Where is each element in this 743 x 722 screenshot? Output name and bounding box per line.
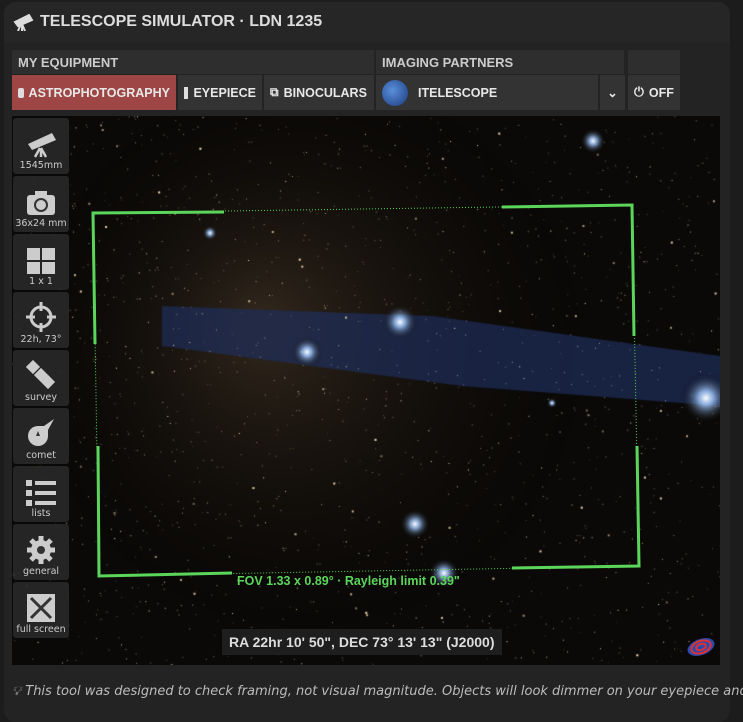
off-button[interactable]: ⏻ OFF <box>628 75 680 110</box>
target-button[interactable]: 22h, 73° <box>13 292 69 348</box>
itelescope-logo-icon <box>382 79 408 106</box>
binoculars-button[interactable]: ⧉ BINOCULARS <box>264 75 374 110</box>
comet-icon <box>28 419 54 446</box>
partner-select[interactable]: ITELESCOPE <box>376 75 598 110</box>
comet-button[interactable]: comet <box>13 408 69 464</box>
astrophotography-button[interactable]: ASTROPHOTOGRAPHY <box>12 75 176 110</box>
chevron-down-icon: ⌄ <box>607 86 618 100</box>
binoculars-icon: ⧉ <box>270 85 279 99</box>
fov-label: FOV 1.33 x 0.89° · Rayleigh limit 0.39" <box>237 574 460 588</box>
telescope-icon <box>13 13 34 31</box>
my-equipment-label: MY EQUIPMENT <box>12 50 374 74</box>
survey-button[interactable]: survey <box>13 350 69 406</box>
imaging-partners-label: IMAGING PARTNERS <box>376 50 624 74</box>
lists-button[interactable]: lists <box>13 466 69 522</box>
focal-length-button[interactable]: 1545mm <box>13 118 69 174</box>
list-icon <box>26 480 56 506</box>
page-title: TELESCOPE SIMULATOR · LDN 1235 <box>40 13 323 30</box>
partner-dropdown-button[interactable]: ⌄ <box>600 75 625 110</box>
expand-icon <box>27 594 55 622</box>
eyepiece-icon <box>184 86 189 99</box>
mosaic-button[interactable]: 1 x 1 <box>13 234 69 290</box>
label-spacer <box>628 50 680 74</box>
gear-icon <box>27 536 55 564</box>
lightbulb-icon: 💡︎ <box>12 684 22 699</box>
full-screen-button[interactable]: full screen <box>13 582 69 638</box>
sensor-button[interactable]: 36x24 mm <box>13 176 69 232</box>
header: TELESCOPE SIMULATOR · LDN 1235 <box>4 2 730 42</box>
camera-icon <box>27 191 55 215</box>
satellite-icon <box>26 360 56 390</box>
crosshair-icon <box>26 302 56 332</box>
camera-icon <box>18 87 24 98</box>
galaxy-logo-icon <box>687 638 715 656</box>
power-icon: ⏻ <box>634 85 644 99</box>
grid-icon <box>27 248 55 274</box>
general-settings-button[interactable]: general <box>13 524 69 580</box>
coordinates-readout: RA 22hr 10' 50", DEC 73° 13' 13" (J2000) <box>222 629 502 655</box>
info-note: 💡︎ This tool was designed to check frami… <box>12 684 743 699</box>
eyepiece-button[interactable]: EYEPIECE <box>178 75 262 110</box>
telescope-icon <box>28 133 56 158</box>
